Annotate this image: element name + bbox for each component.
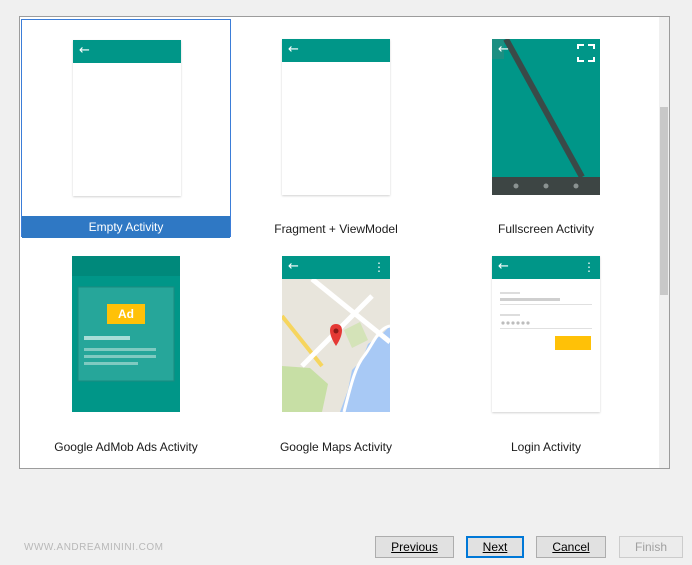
template-fullscreen-activity[interactable]: ← Fullscreen Activity: [441, 19, 651, 237]
vertical-scrollbar[interactable]: [659, 17, 669, 468]
arrow-left-icon: ←: [498, 259, 509, 274]
fullscreen-activity-preview: ←: [492, 39, 600, 195]
ad-badge: Ad: [118, 307, 134, 321]
template-admob-activity[interactable]: Ad Google AdMob Ads Activity: [21, 237, 231, 455]
template-fragment-viewmodel[interactable]: ← Fragment + ViewModel: [231, 19, 441, 237]
arrow-left-icon: ←: [498, 42, 509, 57]
template-label: Google Maps Activity: [279, 440, 393, 454]
login-activity-preview: ← ⋮: [492, 256, 600, 412]
next-button[interactable]: Next: [466, 536, 524, 558]
login-illustration: [500, 292, 592, 350]
arrow-left-icon: ←: [288, 42, 299, 57]
fragment-viewmodel-preview: ←: [282, 39, 390, 195]
template-gallery: ← Empty Activity ← Fragment + ViewModel: [19, 16, 670, 469]
watermark: WWW.ANDREAMININI.COM: [24, 542, 164, 553]
admob-illustration: [72, 256, 180, 412]
template-maps-activity[interactable]: ← ⋮ Google Maps Activity: [231, 237, 441, 455]
admob-activity-preview: Ad: [72, 256, 180, 412]
template-login-activity[interactable]: ← ⋮ Login Activity: [441, 237, 651, 455]
template-label: Login Activity: [510, 440, 582, 454]
template-label: Empty Activity: [22, 216, 230, 238]
more-vert-icon: ⋮: [373, 260, 385, 274]
template-label: Fullscreen Activity: [497, 222, 595, 236]
cancel-button[interactable]: Cancel: [536, 536, 606, 558]
arrow-left-icon: ←: [288, 259, 299, 274]
finish-button[interactable]: Finish: [619, 536, 683, 558]
empty-activity-preview: ←: [73, 40, 181, 196]
map-illustration: [282, 256, 390, 412]
more-vert-icon: ⋮: [583, 260, 595, 274]
fullscreen-illustration: [492, 39, 600, 195]
arrow-left-icon: ←: [79, 43, 90, 58]
maps-activity-preview: ← ⋮: [282, 256, 390, 412]
template-label: Fragment + ViewModel: [274, 222, 398, 236]
template-label: Google AdMob Ads Activity: [54, 440, 198, 454]
previous-button[interactable]: Previous: [375, 536, 454, 558]
template-empty-activity[interactable]: ← Empty Activity: [21, 19, 231, 238]
scrollbar-thumb[interactable]: [660, 107, 668, 295]
